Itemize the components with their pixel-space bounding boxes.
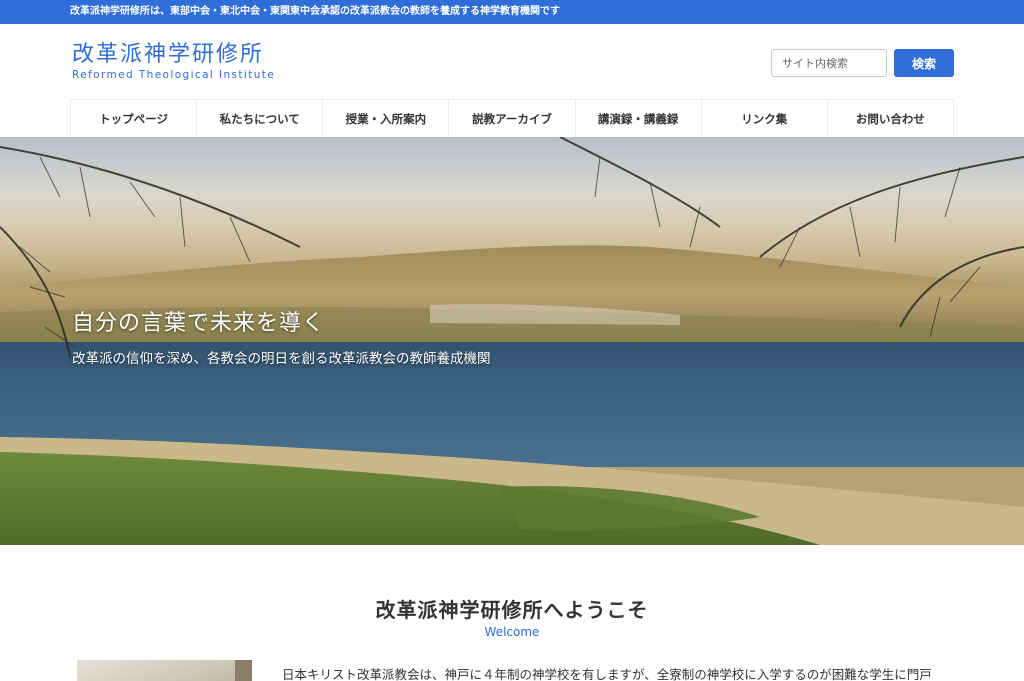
- hero-subtitle: 改革派の信仰を深め、各教会の明日を創る改革派教会の教師養成機関: [72, 351, 491, 367]
- nav-item-lectures[interactable]: 講演録・講義録: [574, 100, 701, 137]
- search-button[interactable]: 検索: [894, 49, 954, 77]
- welcome-intro-text: 日本キリスト改革派教会は、神戸に４年制の神学校を有しますが、全寮制の神学校に入学…: [282, 667, 932, 681]
- hero-banner: 自分の言葉で未来を導く 改革派の信仰を深め、各教会の明日を創る改革派教会の教師養…: [0, 137, 1024, 545]
- nav-item-top-page[interactable]: トップページ: [70, 100, 196, 137]
- hero-title: 自分の言葉で未来を導く: [72, 311, 326, 336]
- welcome-subheading: Welcome: [484, 625, 540, 639]
- main-navigation: トップページ 私たちについて 授業・入所案内 説教アーカイブ 講演録・講義録 リ…: [70, 99, 954, 137]
- site-search-input[interactable]: [771, 49, 887, 77]
- logo-japanese-name: 改革派神学研修所: [72, 42, 265, 67]
- welcome-image-shadow: [235, 660, 252, 681]
- welcome-heading: 改革派神学研修所へようこそ: [375, 598, 649, 622]
- nav-item-about-us[interactable]: 私たちについて: [196, 100, 322, 137]
- nav-item-contact[interactable]: お問い合わせ: [826, 100, 954, 137]
- nav-item-classes-admission[interactable]: 授業・入所案内: [322, 100, 448, 137]
- nav-item-sermon-archive[interactable]: 説教アーカイブ: [448, 100, 574, 137]
- hero-landscape-image: [0, 137, 1024, 545]
- top-announcement-bar: 改革派神学研修所は、東部中会・東北中会・東関東中会承認の改革派教会の教師を養成す…: [0, 0, 1024, 24]
- announcement-text: 改革派神学研修所は、東部中会・東北中会・東関東中会承認の改革派教会の教師を養成す…: [70, 6, 560, 17]
- welcome-image: [77, 660, 252, 681]
- site-logo[interactable]: 改革派神学研修所 Reformed Theological Institute: [72, 42, 275, 82]
- logo-english-name: Reformed Theological Institute: [72, 69, 276, 81]
- site-header: 改革派神学研修所 Reformed Theological Institute …: [0, 24, 1024, 98]
- nav-item-links[interactable]: リンク集: [700, 100, 827, 137]
